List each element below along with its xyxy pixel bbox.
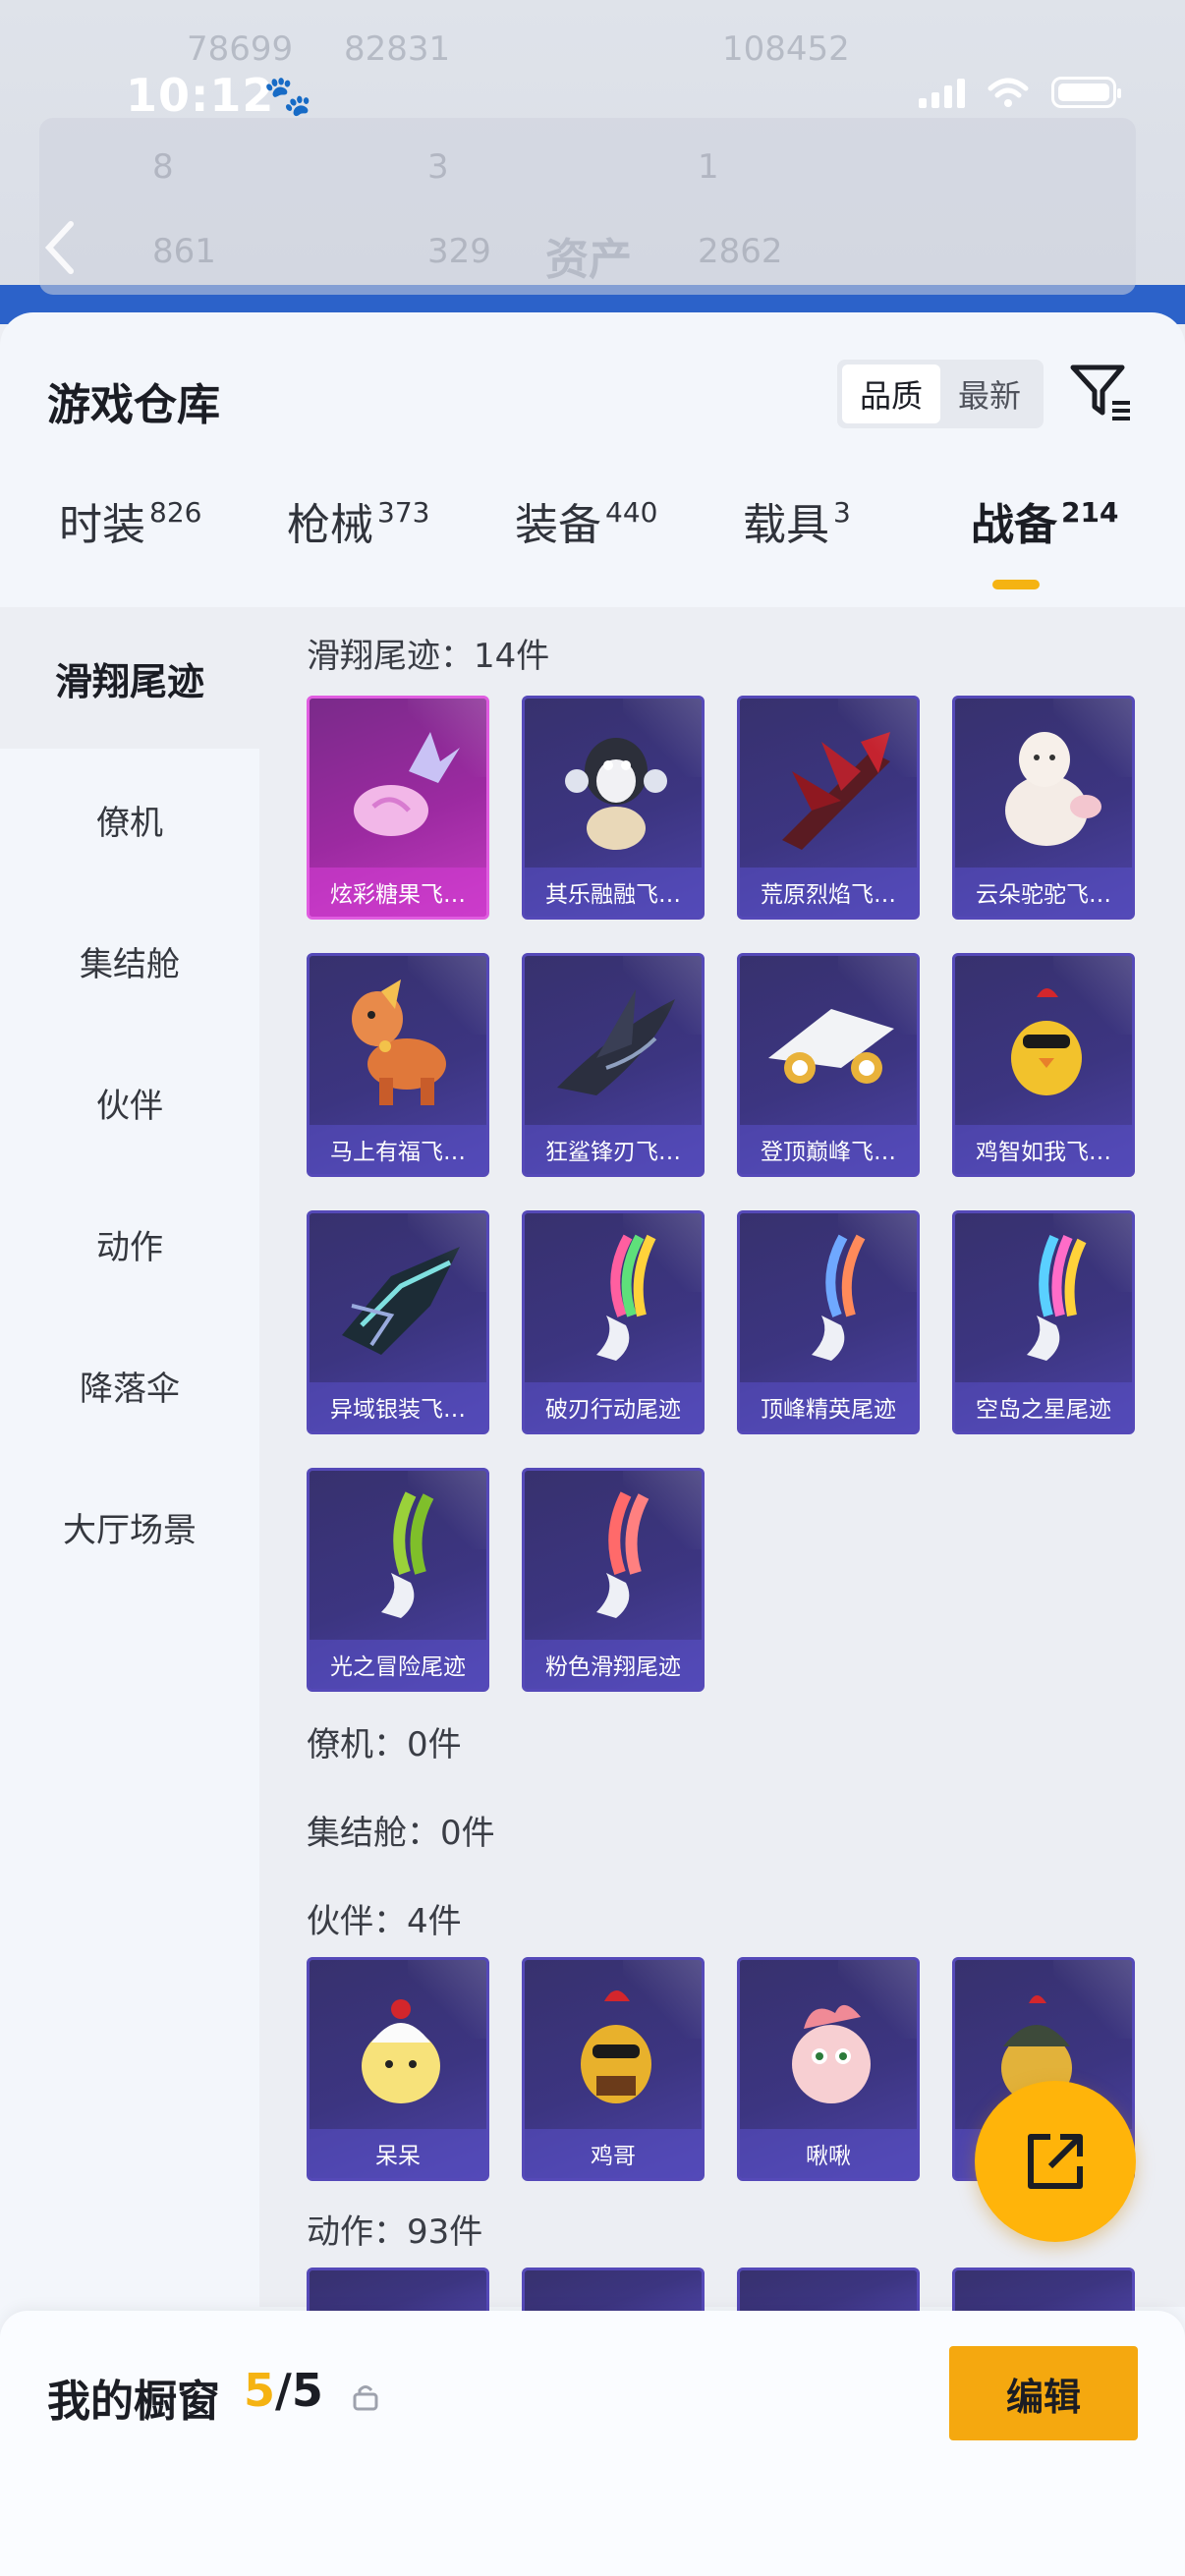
item-card[interactable]: 马上有福飞… <box>307 953 489 1177</box>
item-card[interactable]: 异域银装飞… <box>307 1210 489 1434</box>
sidebar-item-lobby-scene[interactable]: 大厅场景 <box>0 1456 259 1597</box>
sort-quality[interactable]: 品质 <box>842 364 940 423</box>
sidebar-item-pod[interactable]: 集结舱 <box>0 890 259 1032</box>
back-chevron-icon[interactable] <box>41 218 77 277</box>
sheet-title: 游戏仓库 <box>47 380 220 430</box>
item-label: 狂鲨锋刃飞… <box>525 1125 702 1174</box>
bg-value: 108452 <box>722 29 850 69</box>
filter-icon[interactable] <box>1067 358 1136 426</box>
warehouse-sheet: 游戏仓库 品质 最新 时装 826 枪械 373 装备 440 载具 3 战备 214 滑… <box>0 312 1185 2576</box>
bg-value: 329 <box>427 232 491 271</box>
item-label: 破刃行动尾迹 <box>525 1382 702 1431</box>
section-label-partner: 伙伴：4件 <box>307 1902 462 1941</box>
showcase-label: 我的橱窗 <box>47 2377 220 2427</box>
lock-icon <box>353 2385 378 2411</box>
battery-icon <box>1051 77 1121 108</box>
share-fab[interactable] <box>975 2081 1136 2242</box>
item-label: 粉色滑翔尾迹 <box>525 1640 702 1689</box>
item-card[interactable]: 空岛之星尾迹 <box>952 1210 1135 1434</box>
item-card[interactable]: 云朵驼驼飞… <box>952 696 1135 920</box>
item-label: 其乐融融飞… <box>525 868 702 917</box>
item-label: 啾啾 <box>740 2129 917 2178</box>
paw-icon: 🐾 <box>263 74 312 119</box>
status-time: 10:12 <box>126 69 275 122</box>
item-card[interactable]: 鸡哥 <box>522 1957 705 2181</box>
item-label: 马上有福飞… <box>310 1125 486 1174</box>
content-area: 滑翔尾迹 僚机 集结舱 伙伴 动作 降落伞 大厅场景 滑翔尾迹：14件 炫彩糖果… <box>0 607 1185 2326</box>
item-label: 空岛之星尾迹 <box>955 1382 1132 1431</box>
item-card[interactable]: 其乐融融飞… <box>522 696 705 920</box>
item-label: 鸡哥 <box>525 2129 702 2178</box>
item-card[interactable]: 呆呆 <box>307 1957 489 2181</box>
sidebar-item-glide-trail[interactable]: 滑翔尾迹 <box>0 607 259 749</box>
item-label: 光之冒险尾迹 <box>310 1640 486 1689</box>
external-link-icon <box>1028 2134 1083 2189</box>
assets-title: 资产 <box>545 235 632 285</box>
item-card[interactable]: 荒原烈焰飞… <box>737 696 920 920</box>
category-tabs: 时装 826 枪械 373 装备 440 载具 3 战备 214 <box>0 489 1185 607</box>
item-label: 云朵驼驼飞… <box>955 868 1132 917</box>
item-label: 荒原烈焰飞… <box>740 868 917 917</box>
wifi-icon <box>988 78 1029 107</box>
sidebar-item-parachute[interactable]: 降落伞 <box>0 1315 259 1456</box>
edit-button[interactable]: 编辑 <box>949 2346 1138 2440</box>
bg-value: 861 <box>152 232 216 271</box>
tab-battle-prep[interactable]: 战备 214 <box>971 489 1118 552</box>
showcase-count: 5/5 <box>244 2364 323 2417</box>
item-card[interactable]: 炫彩糖果飞… <box>307 696 489 920</box>
bg-value: 2862 <box>698 232 783 271</box>
item-card[interactable]: 粉色滑翔尾迹 <box>522 1468 705 1692</box>
status-icons <box>919 77 1121 108</box>
item-label: 呆呆 <box>310 2129 486 2178</box>
section-label-glide: 滑翔尾迹：14件 <box>307 637 550 676</box>
sidebar-item-emote[interactable]: 动作 <box>0 1173 259 1315</box>
section-label-emote: 动作：93件 <box>307 2212 483 2252</box>
item-card[interactable]: 破刃行动尾迹 <box>522 1210 705 1434</box>
bg-value: 82831 <box>344 29 451 69</box>
tab-guns[interactable]: 枪械 373 <box>287 489 429 552</box>
bg-value: 78699 <box>187 29 294 69</box>
item-card[interactable]: 光之冒险尾迹 <box>307 1468 489 1692</box>
item-label: 顶峰精英尾迹 <box>740 1382 917 1431</box>
sidebar: 滑翔尾迹 僚机 集结舱 伙伴 动作 降落伞 大厅场景 <box>0 607 259 2307</box>
bg-value: 1 <box>698 147 719 187</box>
signal-icon <box>919 77 965 108</box>
item-card[interactable]: 顶峰精英尾迹 <box>737 1210 920 1434</box>
item-card[interactable]: 登顶巅峰飞… <box>737 953 920 1177</box>
item-label: 登顶巅峰飞… <box>740 1125 917 1174</box>
showcase-bar: 我的橱窗 5/5 编辑 <box>0 2311 1185 2576</box>
sidebar-item-wingman[interactable]: 僚机 <box>0 749 259 890</box>
bg-value: 8 <box>152 147 174 187</box>
section-label-wingman: 僚机：0件 <box>307 1725 462 1764</box>
item-label: 鸡智如我飞… <box>955 1125 1132 1174</box>
sort-toggle: 品质 最新 <box>837 360 1044 428</box>
tab-vehicles[interactable]: 载具 3 <box>743 489 851 552</box>
item-card[interactable]: 鸡智如我飞… <box>952 953 1135 1177</box>
bg-value: 3 <box>427 147 449 187</box>
sort-latest[interactable]: 最新 <box>940 364 1039 423</box>
active-tab-indicator <box>992 580 1040 589</box>
item-label: 炫彩糖果飞… <box>310 868 486 917</box>
item-card[interactable]: 啾啾 <box>737 1957 920 2181</box>
tab-fashion[interactable]: 时装 826 <box>59 489 201 552</box>
sidebar-item-partner[interactable]: 伙伴 <box>0 1032 259 1173</box>
section-label-pod: 集结舱：0件 <box>307 1814 495 1853</box>
item-label: 异域银装飞… <box>310 1382 486 1431</box>
item-card[interactable]: 狂鲨锋刃飞… <box>522 953 705 1177</box>
tab-gear[interactable]: 装备 440 <box>515 489 657 552</box>
